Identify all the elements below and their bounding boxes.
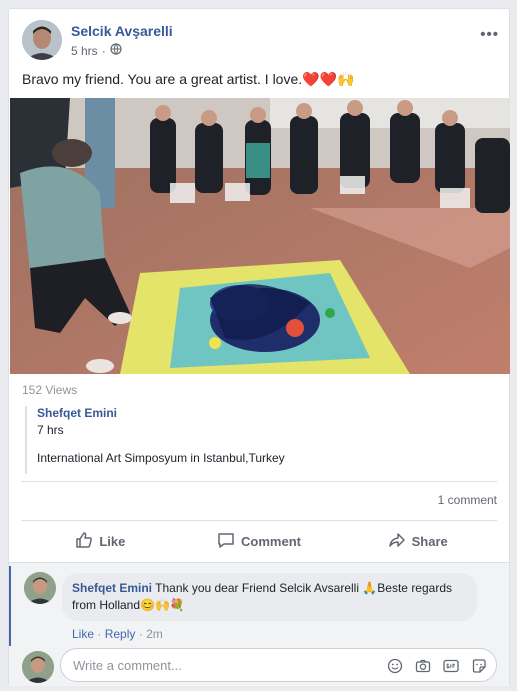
post-header: Selcik Avşarelli 5 hrs · ••• [22,20,499,64]
comment-item: Shefqet Emini Thank you dear Friend Selc… [9,566,509,646]
comment-tools [386,657,488,675]
comment-like-link[interactable]: Like [72,627,94,641]
shared-author-name[interactable]: Shefqet Emini [37,406,117,420]
shared-time[interactable]: 7 hrs [37,423,64,437]
share-label: Share [411,533,448,549]
author-avatar[interactable] [22,20,62,60]
post-author-name[interactable]: Selcik Avşarelli [71,23,173,39]
video-views: 152 Views [22,383,78,397]
shared-description: International Art Simposyum in Istanbul,… [37,451,285,465]
like-label: Like [99,533,126,549]
camera-icon[interactable] [414,657,432,675]
share-arrow-icon [388,531,406,552]
comment-actions: Like · Reply · 2m [72,627,163,641]
post-time[interactable]: 5 hrs [71,44,98,58]
post-meta: 5 hrs · [71,43,122,58]
action-bar: Like Comment Share [21,521,497,561]
comments-section: Shefqet Emini Thank you dear Friend Selc… [9,562,509,686]
sticker-icon[interactable] [470,657,488,675]
comment-reply-link[interactable]: Reply [105,627,136,641]
video-player[interactable] [10,98,510,374]
thumbs-up-icon [75,531,93,552]
share-button[interactable]: Share [338,521,497,561]
comment-separator: · [97,627,102,641]
shared-post-attribution[interactable]: Shefqet Emini 7 hrs International Art Si… [25,406,500,474]
like-button[interactable]: Like [21,521,180,561]
divider [21,481,497,482]
comment-label: Comment [241,533,301,549]
commenter-avatar[interactable] [24,572,56,604]
current-user-avatar[interactable] [22,651,54,683]
comment-separator: · [138,627,143,641]
more-options-icon[interactable]: ••• [480,26,499,43]
write-comment-placeholder: Write a comment... [73,658,182,673]
comment-button[interactable]: Comment [180,521,339,561]
post-message-text: Bravo my friend. You are a great artist.… [22,71,303,87]
comment-bubble: Shefqet Emini Thank you dear Friend Selc… [62,573,477,621]
write-comment-input[interactable]: Write a comment... [60,648,497,682]
post-message: Bravo my friend. You are a great artist.… [22,71,354,88]
post-card: Selcik Avşarelli 5 hrs · ••• Bravo my fr… [8,8,510,686]
post-message-emoji: ❤️❤️🙌 [302,71,355,87]
globe-icon [110,43,122,58]
comment-icon [217,531,235,552]
gif-icon[interactable] [442,657,460,675]
comment-time[interactable]: 2m [146,627,163,641]
comment-count[interactable]: 1 comment [438,493,497,507]
emoji-icon[interactable] [386,657,404,675]
comment-author-name[interactable]: Shefqet Emini [72,581,152,595]
meta-separator: · [101,43,106,58]
